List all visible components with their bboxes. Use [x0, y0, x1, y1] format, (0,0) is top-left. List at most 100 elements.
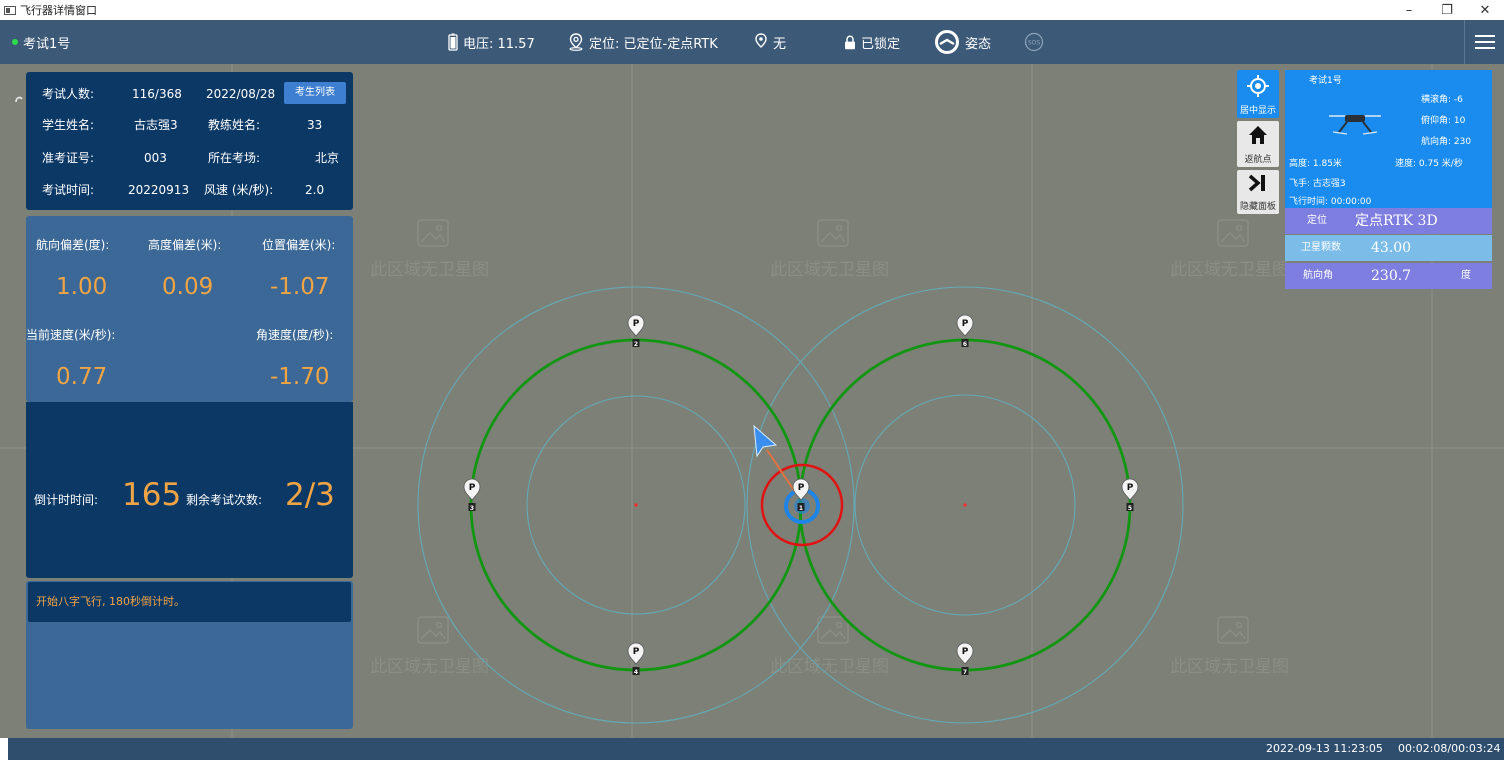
right-center-marker	[963, 503, 967, 507]
hide-panel-button[interactable]: 隐藏面板	[1237, 170, 1279, 214]
waypoint-tag: 6	[963, 341, 967, 348]
waypoint-marker[interactable]: P 6	[956, 314, 974, 348]
positioning-row-label: 定位	[1307, 215, 1327, 226]
app-window: 飞行器详情窗口 – ❐ ✕ 考试1号 电压: 11.57 定位: 已定位-定点R…	[0, 0, 1504, 762]
drone-name: 考试1号	[23, 36, 71, 52]
online-status-dot	[12, 39, 18, 45]
waypoint-letter: P	[798, 483, 805, 493]
satellites-label: 卫星颗数	[1301, 242, 1341, 253]
voltage-text: 电压: 11.57	[463, 36, 535, 52]
no-image-icon	[417, 219, 449, 247]
map-stray-marker-icon	[15, 96, 23, 103]
waypoint-letter: P	[962, 319, 969, 329]
satellites-value: 43.00	[1371, 240, 1412, 256]
exam-time-row: 考试时间: 20220913 风速 (米/秒): 2.0	[26, 178, 353, 202]
waypoint-tag: 4	[634, 669, 638, 676]
heading-line	[766, 449, 796, 493]
waypoint-letter: P	[469, 483, 476, 493]
positioning-status: 定位: 已定位-定点RTK	[568, 20, 718, 64]
heading-deviation-label: 航向偏差(度):	[36, 238, 110, 252]
satellites-row: 卫星颗数 43.00	[1285, 235, 1492, 261]
exam-count-value: 116/368	[132, 87, 182, 101]
waypoint-marker[interactable]: P 2	[627, 314, 645, 348]
wind-speed-value: 2.0	[305, 183, 325, 197]
waypoint-letter: P	[633, 319, 640, 329]
map-watermark-text: 此区域无卫星图	[1170, 657, 1289, 677]
center-view-label: 居中显示	[1239, 106, 1276, 116]
exam-site-label: 所在考场:	[208, 151, 261, 165]
return-home-button[interactable]: 返航点	[1237, 121, 1279, 167]
drone-image-icon	[1329, 115, 1381, 135]
heading-row: 航向角 230.7 度	[1285, 263, 1492, 289]
waypoint-marker[interactable]: P 3	[463, 478, 481, 512]
deviation-panel: 航向偏差(度): 高度偏差(米): 位置偏差(米): 1.00 0.09 -1.…	[26, 216, 353, 402]
location-pin-icon	[569, 33, 583, 51]
window-app-icon	[4, 5, 16, 15]
position-deviation-value: -1.07	[270, 274, 330, 300]
center-view-button[interactable]: 居中显示	[1237, 70, 1279, 118]
status-drone-name: 考试1号	[1309, 76, 1342, 86]
drone-heading-arrow-icon	[753, 424, 778, 458]
ticket-number-value: 003	[144, 151, 167, 165]
signal-pin-icon	[755, 33, 767, 48]
waypoint-letter: P	[962, 647, 969, 657]
drone-name-area: 考试1号	[12, 20, 70, 64]
student-name-label: 学生姓名:	[42, 118, 95, 132]
student-list-button[interactable]: 考生列表	[284, 82, 346, 104]
positioning-text: 定位: 已定位-定点RTK	[589, 36, 718, 52]
waypoint-letter: P	[1127, 483, 1134, 493]
heading-row-label: 航向角	[1303, 270, 1333, 281]
menu-icon-line	[1474, 35, 1495, 37]
waypoint-marker[interactable]: P 5	[1121, 478, 1139, 512]
waypoint-tag: 5	[1128, 505, 1132, 512]
minimize-button[interactable]: –	[1390, 0, 1428, 20]
no-image-icon	[817, 219, 849, 247]
drone-status-panel: 考试1号 横滚角: -6 俯仰角: 10 航向角: 230 高度: 1.85米 …	[1285, 70, 1492, 208]
speed-readout: 速度: 0.75 米/秒	[1395, 159, 1463, 169]
exam-date: 2022/08/28	[206, 87, 276, 101]
heading-row-unit: 度	[1461, 270, 1471, 281]
exam-time-value: 20220913	[128, 183, 190, 197]
menu-icon-line	[1474, 41, 1495, 43]
positioning-row-value: 定点RTK 3D	[1355, 213, 1438, 229]
student-row: 学生姓名: 古志强3 教练姓名: 33	[26, 113, 353, 137]
angular-speed-label: 角速度(度/秒):	[256, 328, 334, 342]
roll-angle: 横滚角: -6	[1421, 95, 1463, 105]
exam-info-panel: 考试人数: 116/368 2022/08/28 考生列表 学生姓名: 古志强3…	[26, 72, 353, 210]
position-deviation-label: 位置偏差(米):	[262, 238, 336, 252]
map-watermark-text: 此区域无卫星图	[1170, 260, 1289, 280]
sos-label: SOS	[1028, 40, 1041, 47]
hamburger-menu-button[interactable]	[1464, 20, 1504, 64]
current-speed-label: 当前速度(米/秒):	[26, 328, 116, 342]
countdown-panel: 倒计时时间: 165 剩余考试次数: 2/3	[26, 402, 353, 578]
student-name-value: 古志强3	[134, 118, 178, 132]
restore-button[interactable]: ❐	[1428, 0, 1466, 20]
waypoint-tag: 3	[470, 505, 474, 512]
elapsed-time: 00:02:08/00:03:24	[1398, 742, 1501, 755]
waypoint-letter: P	[633, 647, 640, 657]
left-center-marker	[634, 503, 638, 507]
height-deviation-value: 0.09	[162, 274, 214, 300]
battery-icon	[448, 33, 458, 51]
skip-forward-icon	[1248, 174, 1265, 192]
top-status-bar: 考试1号 电压: 11.57 定位: 已定位-定点RTK 无 已锁定 姿态 SO…	[0, 20, 1504, 64]
crosshair-icon	[1247, 75, 1269, 97]
ticket-row: 准考证号: 003 所在考场: 北京	[26, 146, 353, 170]
no-image-icon	[417, 616, 449, 644]
no-image-icon	[1217, 219, 1249, 247]
map-watermark-text: 此区域无卫星图	[370, 657, 489, 677]
status-message: 开始八字飞行, 180秒倒计时。	[28, 582, 351, 622]
exam-site-value: 北京	[315, 151, 340, 165]
coach-name-value: 33	[307, 118, 323, 132]
close-button[interactable]: ✕	[1466, 0, 1504, 20]
sos-button[interactable]: SOS	[1024, 20, 1044, 64]
waypoint-tag: 2	[634, 341, 638, 348]
height-readout: 高度: 1.85米	[1289, 159, 1342, 169]
attitude-text: 姿态	[965, 36, 992, 52]
sos-icon: SOS	[1024, 32, 1044, 52]
exam-time-label: 考试时间:	[42, 183, 95, 197]
height-deviation-label: 高度偏差(米):	[148, 238, 222, 252]
attitude-status[interactable]: 姿态	[934, 20, 991, 64]
hide-panel-label: 隐藏面板	[1239, 202, 1276, 212]
waypoint-tag: 7	[963, 669, 967, 676]
